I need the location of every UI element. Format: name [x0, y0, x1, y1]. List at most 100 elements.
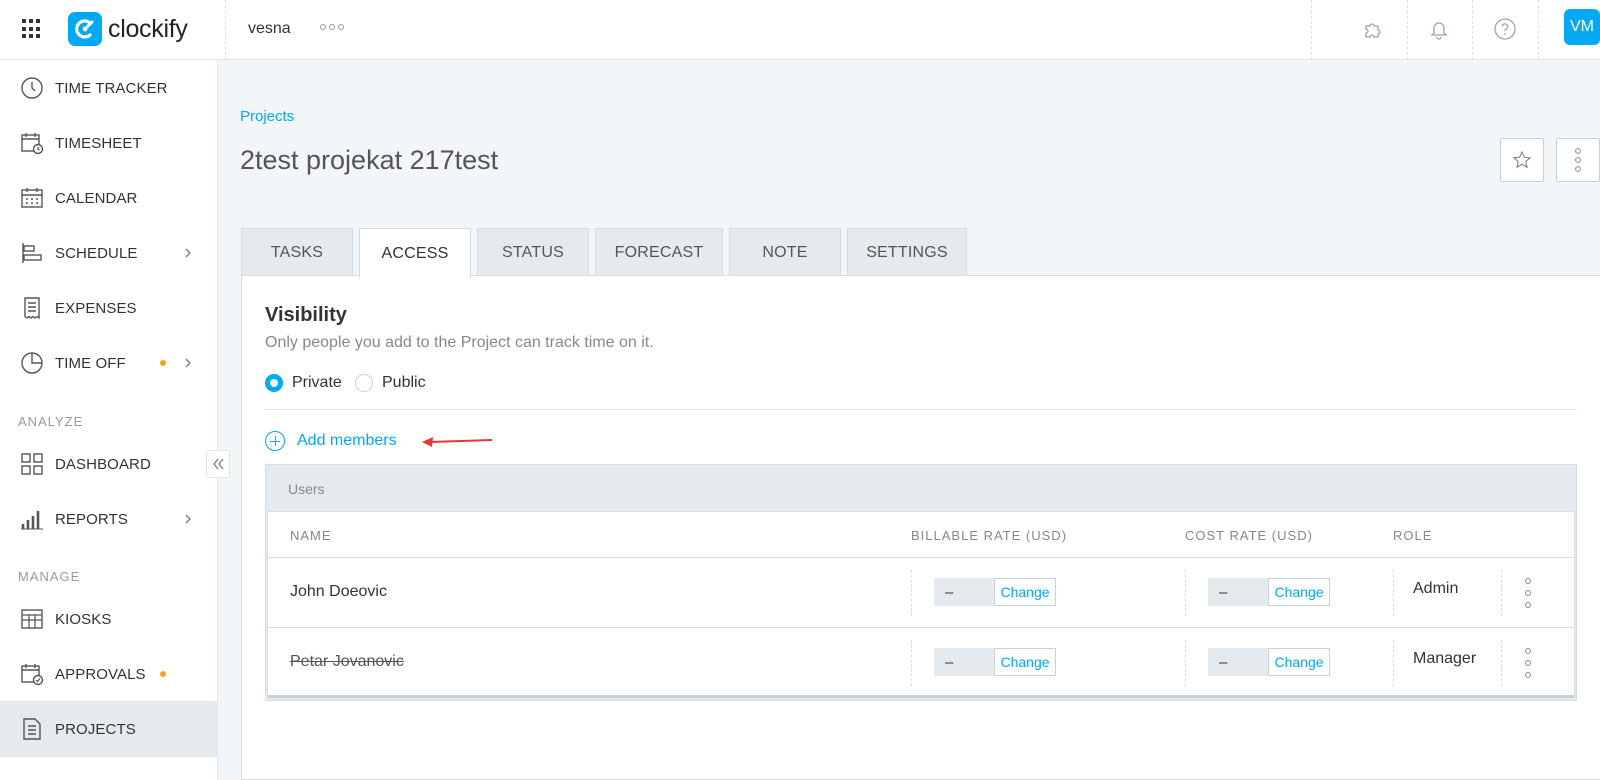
radio-public[interactable] [355, 374, 373, 392]
page-title: 2test projekat 217test [240, 145, 499, 175]
sidebar-item-calendar[interactable]: CALENDAR [0, 170, 218, 226]
topbar-divider [1538, 0, 1539, 60]
member-role[interactable]: Admin [1413, 580, 1458, 598]
sidebar: TIME TRACKER TIMESHEET CALENDAR SCHEDULE… [0, 60, 218, 780]
help-icon[interactable] [1490, 14, 1520, 44]
sidebar-item-kiosks[interactable]: KIOSKS [0, 591, 218, 647]
row-more-icon[interactable] [1523, 578, 1533, 608]
column-separator [1185, 640, 1186, 686]
radio-private-label[interactable]: Private [292, 374, 342, 392]
clockify-logo-icon [68, 12, 102, 46]
schedule-icon [22, 243, 42, 263]
sidebar-item-label: EXPENSES [55, 299, 137, 317]
member-role[interactable]: Manager [1413, 650, 1476, 668]
puzzle-icon[interactable] [1358, 14, 1388, 44]
approvals-icon [21, 664, 44, 686]
receipt-icon [24, 297, 40, 320]
column-separator [1185, 570, 1186, 616]
plus-circle-icon [265, 431, 285, 451]
change-cost-rate-button[interactable]: Change [1268, 578, 1330, 606]
vertical-dots-icon [1575, 148, 1581, 172]
notification-dot [160, 671, 166, 677]
sidebar-item-schedule[interactable]: SCHEDULE [0, 225, 218, 281]
sidebar-item-timesheet[interactable]: TIMESHEET [0, 115, 218, 171]
reports-icon [21, 511, 43, 530]
cost-rate-value: – [1208, 648, 1268, 676]
clock-icon [21, 77, 43, 99]
clockify-logo[interactable]: clockify [68, 12, 188, 46]
table-row: Petar Jovanovic – Change – Change Manage… [268, 627, 1574, 697]
sidebar-item-label: SCHEDULE [55, 244, 138, 262]
add-members-button[interactable]: Add members [265, 431, 397, 451]
sidebar-item-label: REPORTS [55, 510, 128, 528]
tab-tasks[interactable]: TASKS [241, 228, 353, 276]
tab-settings[interactable]: SETTINGS [847, 228, 967, 276]
change-billable-rate-button[interactable]: Change [994, 578, 1056, 606]
favorite-button[interactable] [1500, 138, 1544, 182]
column-separator [1501, 570, 1502, 616]
notification-dot [160, 360, 166, 366]
topbar-divider [225, 0, 226, 60]
members-table: NAME BILLABLE RATE (USD) COST RATE (USD)… [267, 511, 1575, 698]
time-off-icon [21, 352, 43, 374]
tab-note[interactable]: NOTE [729, 228, 841, 276]
table-bottom-border [268, 695, 1574, 698]
tab-access[interactable]: ACCESS [359, 228, 471, 278]
bell-icon[interactable] [1424, 14, 1454, 44]
sidebar-item-projects[interactable]: PROJECTS [0, 701, 218, 757]
billable-rate-value: – [934, 648, 994, 676]
change-billable-rate-button[interactable]: Change [994, 648, 1056, 676]
add-members-label: Add members [297, 432, 397, 449]
column-separator [1393, 640, 1394, 686]
project-tabs: TASKS ACCESS STATUS FORECAST NOTE SETTIN… [241, 228, 973, 278]
column-header-billable-rate: BILLABLE RATE (USD) [911, 528, 1068, 543]
tab-forecast[interactable]: FORECAST [595, 228, 723, 276]
sidebar-item-dashboard[interactable]: DASHBOARD [0, 436, 218, 492]
sidebar-item-label: PROJECTS [55, 720, 136, 738]
billable-rate-field: – Change [934, 578, 1056, 606]
dashboard-icon [21, 453, 43, 475]
sidebar-item-time-tracker[interactable]: TIME TRACKER [0, 60, 218, 116]
users-section: Users NAME BILLABLE RATE (USD) COST RATE… [265, 464, 1577, 701]
column-header-name: NAME [290, 528, 332, 543]
sidebar-item-label: KIOSKS [55, 610, 112, 628]
sidebar-item-reports[interactable]: REPORTS [0, 491, 218, 547]
apps-grid-icon[interactable] [22, 19, 42, 39]
visibility-title: Visibility [265, 304, 347, 326]
billable-rate-value: – [934, 578, 994, 606]
divider [265, 409, 1577, 410]
row-more-icon[interactable] [1523, 648, 1533, 678]
sidebar-item-time-off[interactable]: TIME OFF [0, 335, 218, 391]
collapse-sidebar-button[interactable] [206, 450, 230, 478]
radio-public-label[interactable]: Public [382, 374, 426, 392]
topbar-divider [1311, 0, 1312, 60]
billable-rate-field: – Change [934, 648, 1056, 676]
sidebar-item-label: TIME OFF [55, 354, 126, 372]
workspace-name[interactable]: vesna [248, 20, 291, 38]
sidebar-item-label: APPROVALS [55, 665, 146, 683]
radio-private[interactable] [265, 374, 283, 392]
project-more-button[interactable] [1556, 138, 1600, 182]
sidebar-item-label: TIMESHEET [55, 134, 142, 152]
change-cost-rate-button[interactable]: Change [1268, 648, 1330, 676]
cost-rate-field: – Change [1208, 578, 1330, 606]
column-header-role: ROLE [1393, 528, 1433, 543]
topbar-divider [1472, 0, 1473, 60]
chevron-right-icon [185, 514, 191, 524]
double-chevron-left-icon [213, 458, 224, 470]
sidebar-item-label: DASHBOARD [55, 455, 151, 473]
users-heading: Users [288, 481, 325, 497]
projects-icon [23, 718, 41, 740]
cost-rate-value: – [1208, 578, 1268, 606]
column-separator [911, 640, 912, 686]
tab-status[interactable]: STATUS [477, 228, 589, 276]
sidebar-item-expenses[interactable]: EXPENSES [0, 280, 218, 336]
section-label-manage: MANAGE [18, 569, 81, 584]
star-icon [1512, 150, 1532, 169]
kiosk-icon [21, 609, 43, 629]
user-avatar[interactable]: VM [1564, 9, 1600, 45]
sidebar-item-approvals[interactable]: APPROVALS [0, 646, 218, 702]
breadcrumb-projects[interactable]: Projects [240, 108, 294, 125]
column-header-cost-rate: COST RATE (USD) [1185, 528, 1313, 543]
workspace-more-icon[interactable] [320, 24, 344, 30]
